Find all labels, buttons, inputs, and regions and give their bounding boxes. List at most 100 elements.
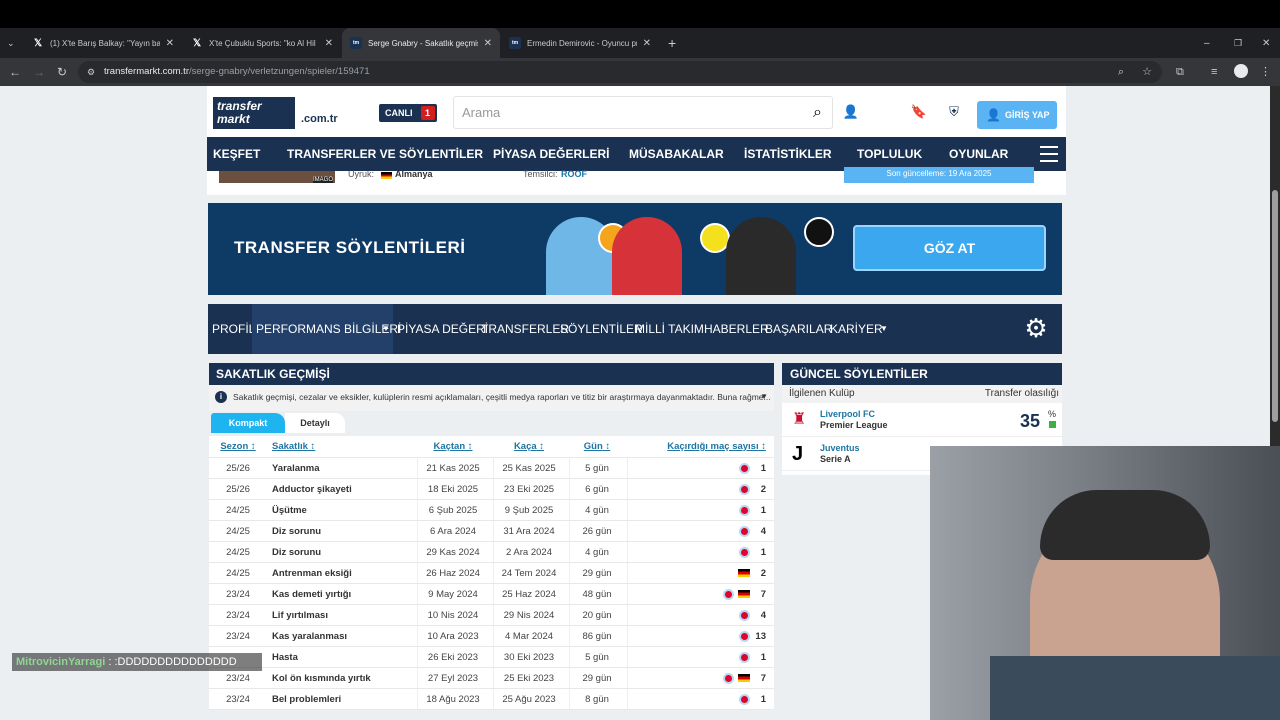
bayern-crest-icon: [739, 609, 750, 621]
profile-avatar[interactable]: [1234, 64, 1248, 78]
col-label: Gün: [583, 441, 603, 452]
close-icon[interactable]: ✕: [643, 38, 651, 49]
games-missed-cell: 1: [627, 647, 772, 668]
transfer-rumors-banner[interactable]: TRANSFER SÖYLENTİLERİ GÖZ AT: [208, 203, 1062, 295]
nav-item[interactable]: OYUNLAR: [949, 147, 1008, 161]
percent-unit: %: [1047, 409, 1056, 419]
zoom-icon[interactable]: ⌕: [1118, 61, 1124, 83]
subnav-item[interactable]: PİYASA DEĞERİ: [397, 322, 488, 336]
to-date-cell: 9 Şub 2025: [504, 505, 554, 516]
menu-icon[interactable]: ⋮: [1260, 64, 1271, 80]
column-divider: [417, 584, 418, 604]
agent-link[interactable]: ROOF: [561, 169, 587, 179]
subnav-item[interactable]: BAŞARILAR: [765, 322, 832, 336]
window-close-button[interactable]: ✕: [1254, 28, 1274, 58]
shield-icon[interactable]: ⛨: [944, 102, 964, 122]
from-date-cell: 10 Ara 2023: [427, 631, 479, 642]
column-divider: [493, 542, 494, 562]
season-cell: 24/25: [226, 505, 250, 516]
browser-tab-1[interactable]: 𝕏 X'te Çubuklu Sports: "ko Al Hil ✕: [183, 28, 341, 58]
extensions-icon[interactable]: ⧉: [1176, 64, 1184, 80]
close-icon[interactable]: ✕: [166, 38, 174, 49]
column-divider: [493, 626, 494, 646]
watchlist-icon[interactable]: 🔖: [909, 102, 929, 122]
subnav-item[interactable]: MİLLİ TAKIM: [635, 322, 704, 336]
search-input[interactable]: Arama ⌕: [453, 96, 833, 129]
chevron-down-icon[interactable]: ▼: [760, 385, 768, 409]
address-bar[interactable]: ⚙ transfermarkt.com.tr/serge-gnabry/verl…: [78, 61, 1162, 83]
to-date-cell: 4 Mar 2024: [504, 631, 554, 642]
nav-item[interactable]: TOPLULUK: [857, 147, 922, 161]
nav-item[interactable]: İSTATİSTİKLER: [744, 147, 832, 161]
germany-flag-icon: [738, 674, 750, 683]
tab-search-button[interactable]: ⌄: [4, 28, 22, 58]
nav-item[interactable]: TRANSFERLER VE SÖYLENTİLER: [287, 147, 483, 161]
to-date-cell: 2 Ara 2024: [506, 547, 552, 558]
column-divider: [417, 689, 418, 709]
col-header-to[interactable]: Kaça ↕: [493, 436, 565, 457]
back-icon[interactable]: ←: [9, 64, 21, 80]
live-button[interactable]: CANLI 1: [379, 104, 437, 122]
injury-cell: Bel problemleri: [272, 694, 342, 705]
minimize-button[interactable]: –: [1196, 28, 1216, 58]
subnav-item[interactable]: TRANSFERLER: [481, 322, 569, 336]
site-logo[interactable]: transfer markt: [213, 97, 295, 129]
injury-cell: Diz sorunu: [272, 526, 322, 537]
login-button[interactable]: 👤 GİRİŞ YAP: [977, 101, 1057, 129]
from-date-cell: 10 Nis 2024: [427, 610, 479, 621]
col-header-days[interactable]: Gün ↕: [569, 436, 625, 457]
restore-icon: ❐: [1234, 37, 1243, 48]
table-row: 23/24 Bel problemleri 18 Ağu 2023 25 Ağu 20…: [209, 689, 774, 710]
player-search-icon[interactable]: 👤: [841, 102, 861, 122]
column-divider: [493, 584, 494, 604]
bayern-crest-icon: [739, 630, 750, 642]
col-header-games-missed[interactable]: Kaçırdığı maç sayısı ↕: [627, 436, 772, 457]
to-date-cell: 29 Nis 2024: [503, 610, 555, 621]
nav-item[interactable]: KEŞFET: [213, 147, 260, 161]
days-cell: 5 gün: [585, 652, 609, 663]
column-divider: [569, 584, 570, 604]
bookmark-star-icon[interactable]: ☆: [1142, 61, 1152, 83]
to-date-cell: 30 Eki 2023: [503, 652, 555, 663]
subnav-item[interactable]: HABERLER: [704, 322, 769, 336]
settings-gear-icon[interactable]: ⚙: [1022, 314, 1050, 342]
nav-item[interactable]: PİYASA DEĞERLERİ: [493, 147, 609, 161]
media-icon[interactable]: ≡: [1211, 64, 1217, 80]
to-date-cell: 25 Ağu 2023: [502, 694, 556, 705]
site-info-icon[interactable]: ⚙: [87, 61, 95, 83]
search-icon[interactable]: ⌕: [813, 97, 822, 128]
info-banner[interactable]: i Sakatlık geçmişi, cezalar ve eksikler,…: [209, 385, 774, 411]
browser-tab-3[interactable]: tm Ermedin Demirovic - Oyuncu pr ✕: [501, 28, 659, 58]
restore-button[interactable]: ❐: [1226, 28, 1246, 58]
tab-detailed[interactable]: Detaylı: [285, 413, 345, 433]
close-icon[interactable]: ✕: [325, 38, 333, 49]
subnav-item[interactable]: PROFİL: [212, 322, 255, 336]
reload-icon[interactable]: ↻: [57, 64, 67, 80]
bayern-crest-icon: [739, 546, 750, 558]
browser-tab-2[interactable]: tm Serge Gnabry - Sakatlık geçmişi ✕: [342, 28, 500, 58]
col-header-season[interactable]: Sezon ↕: [209, 436, 267, 457]
games-missed-cell: 7: [627, 584, 772, 605]
subnav-item[interactable]: KARİYER: [830, 322, 883, 336]
hamburger-menu-icon[interactable]: [1040, 146, 1058, 162]
scrollbar-thumb[interactable]: [1272, 190, 1278, 422]
from-date-cell: 18 Eki 2025: [427, 484, 479, 495]
subnav-item[interactable]: PERFORMANS BİLGİLERİ: [256, 322, 401, 336]
rumor-club[interactable]: Liverpool FC: [820, 409, 875, 419]
subnav-item[interactable]: SÖYLENTİLER: [560, 322, 643, 336]
rumor-row[interactable]: ♜ Liverpool FC Premier League 35 %: [782, 403, 1062, 437]
forward-icon[interactable]: →: [33, 64, 45, 80]
site-tld[interactable]: .com.tr: [301, 113, 338, 125]
rumor-club[interactable]: Juventus: [820, 443, 860, 453]
col-header-from[interactable]: Kaçtan ↕: [417, 436, 489, 457]
close-icon[interactable]: ✕: [484, 38, 492, 49]
new-tab-button[interactable]: +: [660, 28, 682, 58]
nav-item[interactable]: MÜSABAKALAR: [629, 147, 724, 161]
column-divider: [493, 458, 494, 478]
col-header-injury[interactable]: Sakatlık ↕: [272, 436, 315, 457]
minimize-icon: –: [1204, 37, 1210, 49]
banner-cta-button[interactable]: GÖZ AT: [853, 225, 1046, 271]
browser-tab-0[interactable]: 𝕏 (1) X'te Barış Balkay: "Yayın baş ✕: [24, 28, 182, 58]
tab-compact[interactable]: Kompakt: [211, 413, 285, 433]
col-label: Sezon: [220, 441, 249, 452]
